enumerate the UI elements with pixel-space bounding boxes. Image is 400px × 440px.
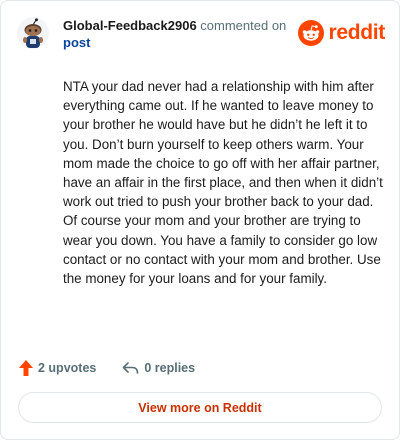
view-more-button[interactable]: View more on Reddit bbox=[18, 392, 382, 423]
comment-body: NTA your dad never had a relationship wi… bbox=[63, 79, 383, 287]
reddit-brand[interactable]: reddit bbox=[298, 19, 385, 47]
reddit-wordmark: reddit bbox=[328, 21, 385, 44]
comment-byline: Global-Feedback2906 commented on post bbox=[63, 17, 303, 51]
username[interactable]: Global-Feedback2906 bbox=[63, 18, 197, 33]
upvote-arrow-icon bbox=[19, 360, 33, 376]
reply-count: 0 replies bbox=[144, 361, 196, 375]
reply-button[interactable]: 0 replies bbox=[122, 361, 195, 375]
snoo-avatar-icon bbox=[17, 17, 49, 49]
comment-actions: 2 upvotes 0 replies bbox=[19, 357, 221, 379]
post-link[interactable]: post bbox=[63, 35, 90, 50]
upvote-count: 2 upvotes bbox=[38, 361, 97, 375]
reddit-logo-icon bbox=[298, 20, 325, 46]
comment-card: Global-Feedback2906 commented on post re… bbox=[0, 0, 400, 440]
byline-action-text: commented on bbox=[200, 18, 287, 33]
comment-header: Global-Feedback2906 commented on post re… bbox=[17, 15, 385, 55]
reply-arrow-icon bbox=[123, 362, 139, 374]
user-avatar[interactable] bbox=[17, 17, 49, 49]
upvote-button[interactable]: 2 upvotes bbox=[19, 360, 96, 376]
